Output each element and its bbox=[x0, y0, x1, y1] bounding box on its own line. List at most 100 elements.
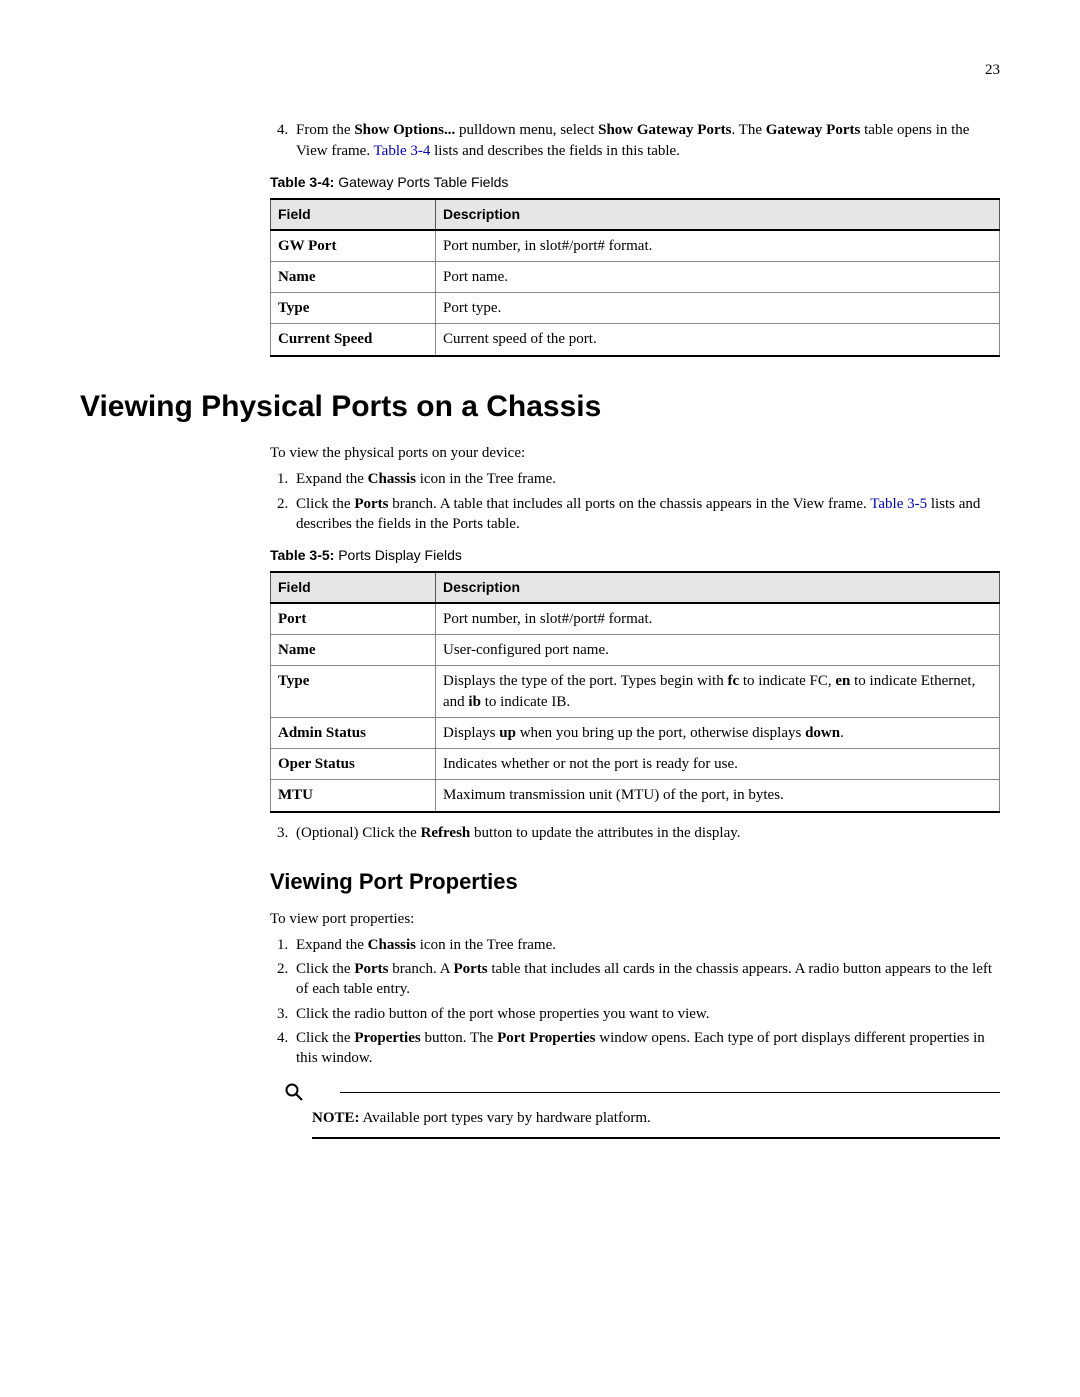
note-divider-bottom bbox=[312, 1137, 1000, 1139]
note-block: NOTE: Available port types vary by hardw… bbox=[284, 1082, 1000, 1138]
header-description: Description bbox=[436, 199, 1000, 230]
header-description: Description bbox=[436, 572, 1000, 603]
caption-number: Table 3-4: bbox=[270, 174, 334, 190]
desc-cell: Displays the type of the port. Types beg… bbox=[436, 666, 1000, 718]
note-body: Available port types vary by hardware pl… bbox=[360, 1110, 651, 1126]
text: . bbox=[840, 725, 844, 741]
table-header-row: Field Description bbox=[271, 199, 1000, 230]
text: icon in the Tree frame. bbox=[416, 937, 556, 953]
table-row: Name User-configured port name. bbox=[271, 635, 1000, 666]
text: icon in the Tree frame. bbox=[416, 471, 556, 487]
show-options-label: Show Options... bbox=[354, 122, 455, 138]
text: Click the radio button of the port whose… bbox=[296, 1006, 710, 1022]
heading-viewing-physical-ports: Viewing Physical Ports on a Chassis bbox=[80, 387, 1000, 428]
desc-cell: Displays up when you bring up the port, … bbox=[436, 717, 1000, 748]
text: Click the bbox=[296, 961, 354, 977]
caption-number: Table 3-5: bbox=[270, 547, 334, 563]
field-cell: Current Speed bbox=[271, 324, 436, 356]
note-label: NOTE: bbox=[312, 1110, 360, 1126]
props-intro: To view port properties: bbox=[270, 909, 1000, 929]
intro-step-4: From the Show Options... pulldown menu, … bbox=[292, 120, 1000, 161]
table-3-5-caption: Table 3-5: Ports Display Fields bbox=[270, 546, 1000, 565]
fc-label: fc bbox=[727, 673, 739, 689]
desc-cell: Port type. bbox=[436, 293, 1000, 324]
field-cell: Name bbox=[271, 635, 436, 666]
props-step-3: Click the radio button of the port whose… bbox=[292, 1004, 1000, 1024]
en-label: en bbox=[835, 673, 850, 689]
props-step-2: Click the Ports branch. A Ports table th… bbox=[292, 959, 1000, 1000]
chassis-label: Chassis bbox=[368, 937, 416, 953]
field-cell: Type bbox=[271, 293, 436, 324]
table-row: Type Displays the type of the port. Type… bbox=[271, 666, 1000, 718]
magnifier-icon bbox=[284, 1082, 312, 1102]
ports-intro: To view the physical ports on your devic… bbox=[270, 443, 1000, 463]
text: Click the bbox=[296, 496, 354, 512]
note-divider-top bbox=[340, 1092, 1000, 1093]
field-cell: MTU bbox=[271, 780, 436, 812]
ports-steps-continued: (Optional) Click the Refresh button to u… bbox=[270, 823, 1000, 843]
table-row: Type Port type. bbox=[271, 293, 1000, 324]
ports-step-3: (Optional) Click the Refresh button to u… bbox=[292, 823, 1000, 843]
text: Displays the type of the port. Types beg… bbox=[443, 673, 727, 689]
ports-steps: Expand the Chassis icon in the Tree fram… bbox=[270, 469, 1000, 534]
field-cell: Oper Status bbox=[271, 749, 436, 780]
ports-table-label: Ports bbox=[453, 961, 487, 977]
text: branch. A table that includes all ports … bbox=[388, 496, 870, 512]
text: pulldown menu, select bbox=[455, 122, 598, 138]
desc-cell: Port number, in slot#/port# format. bbox=[436, 230, 1000, 262]
desc-cell: User-configured port name. bbox=[436, 635, 1000, 666]
field-cell: Admin Status bbox=[271, 717, 436, 748]
table-row: GW Port Port number, in slot#/port# form… bbox=[271, 230, 1000, 262]
intro-step-list: From the Show Options... pulldown menu, … bbox=[270, 120, 1000, 161]
desc-cell: Maximum transmission unit (MTU) of the p… bbox=[436, 780, 1000, 812]
field-cell: Type bbox=[271, 666, 436, 718]
ports-branch-label: Ports bbox=[354, 496, 388, 512]
ports-step-2: Click the Ports branch. A table that inc… bbox=[292, 494, 1000, 535]
text: From the bbox=[296, 122, 354, 138]
text: . The bbox=[731, 122, 765, 138]
table-row: Admin Status Displays up when you bring … bbox=[271, 717, 1000, 748]
desc-cell: Port number, in slot#/port# format. bbox=[436, 603, 1000, 635]
props-steps: Expand the Chassis icon in the Tree fram… bbox=[270, 935, 1000, 1069]
header-field: Field bbox=[271, 572, 436, 603]
table-row: Name Port name. bbox=[271, 261, 1000, 292]
table-row: Oper Status Indicates whether or not the… bbox=[271, 749, 1000, 780]
text: Expand the bbox=[296, 471, 368, 487]
ib-label: ib bbox=[468, 694, 481, 710]
desc-cell: Indicates whether or not the port is rea… bbox=[436, 749, 1000, 780]
text: button. The bbox=[421, 1030, 497, 1046]
table-row: Port Port number, in slot#/port# format. bbox=[271, 603, 1000, 635]
properties-button-label: Properties bbox=[354, 1030, 420, 1046]
desc-cell: Port name. bbox=[436, 261, 1000, 292]
ports-branch-label: Ports bbox=[354, 961, 388, 977]
props-step-4: Click the Properties button. The Port Pr… bbox=[292, 1028, 1000, 1069]
props-step-1: Expand the Chassis icon in the Tree fram… bbox=[292, 935, 1000, 955]
table-header-row: Field Description bbox=[271, 572, 1000, 603]
text: (Optional) Click the bbox=[296, 825, 421, 841]
gateway-ports-label: Gateway Ports bbox=[766, 122, 861, 138]
show-gateway-ports-label: Show Gateway Ports bbox=[598, 122, 731, 138]
ports-display-table: Field Description Port Port number, in s… bbox=[270, 571, 1000, 813]
text: lists and describes the fields in this t… bbox=[430, 143, 680, 159]
text: to indicate IB. bbox=[481, 694, 570, 710]
desc-cell: Current speed of the port. bbox=[436, 324, 1000, 356]
page-number: 23 bbox=[80, 60, 1000, 80]
caption-text: Gateway Ports Table Fields bbox=[334, 174, 508, 190]
down-label: down bbox=[805, 725, 840, 741]
text: branch. A bbox=[388, 961, 453, 977]
heading-viewing-port-properties: Viewing Port Properties bbox=[270, 867, 1000, 897]
text: Displays bbox=[443, 725, 499, 741]
up-label: up bbox=[499, 725, 516, 741]
field-cell: Port bbox=[271, 603, 436, 635]
caption-text: Ports Display Fields bbox=[334, 547, 462, 563]
gateway-ports-table: Field Description GW Port Port number, i… bbox=[270, 198, 1000, 357]
text: when you bring up the port, otherwise di… bbox=[516, 725, 805, 741]
table-3-4-link[interactable]: Table 3-4 bbox=[374, 143, 431, 159]
table-row: MTU Maximum transmission unit (MTU) of t… bbox=[271, 780, 1000, 812]
header-field: Field bbox=[271, 199, 436, 230]
ports-step-1: Expand the Chassis icon in the Tree fram… bbox=[292, 469, 1000, 489]
text: to indicate FC, bbox=[739, 673, 835, 689]
text: Expand the bbox=[296, 937, 368, 953]
text: button to update the attributes in the d… bbox=[470, 825, 740, 841]
table-3-5-link[interactable]: Table 3-5 bbox=[870, 496, 927, 512]
